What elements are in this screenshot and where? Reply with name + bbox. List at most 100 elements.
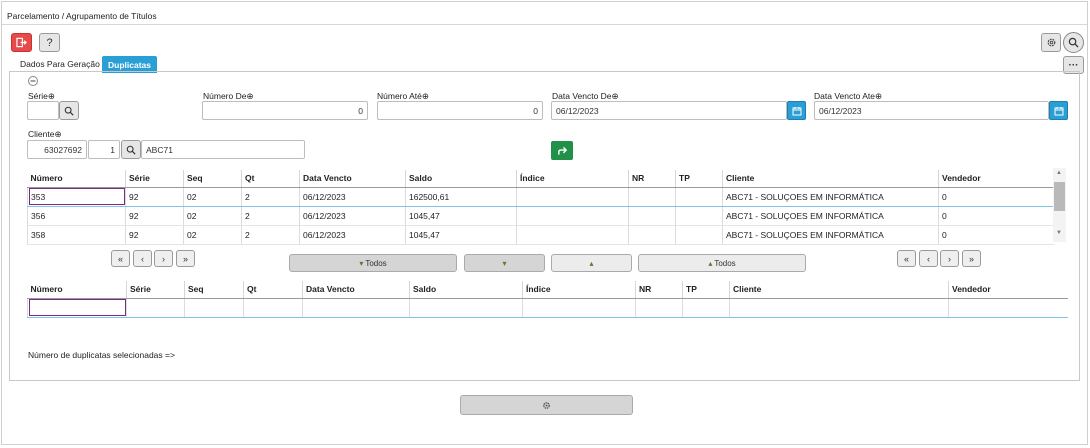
serie-input[interactable]	[27, 101, 59, 120]
table-cell[interactable]: 1045,47	[405, 225, 517, 245]
table-cell[interactable]: 06/12/2023	[299, 206, 406, 226]
table-cell[interactable]: 92	[125, 186, 184, 207]
table-row[interactable]: 356 92 02 2 06/12/2023 1045,47 ABC71 - SOLUÇOE…	[27, 206, 1054, 226]
column-header[interactable]: Série	[125, 170, 184, 188]
table-cell[interactable]: 06/12/2023	[299, 186, 406, 207]
table-cell[interactable]	[948, 297, 1068, 318]
table-cell[interactable]: 2	[241, 206, 300, 226]
table-cell[interactable]: 06/12/2023	[299, 225, 406, 245]
column-header[interactable]: TP	[675, 170, 723, 188]
table-row[interactable]	[27, 297, 1068, 318]
data-ate-input[interactable]: 06/12/2023	[814, 101, 1049, 120]
cliente-loja-input[interactable]: 1	[88, 140, 120, 159]
table-cell[interactable]: 0	[938, 186, 1054, 207]
search-button[interactable]	[1063, 32, 1084, 53]
scrollbar-thumb[interactable]	[1054, 182, 1065, 211]
table-cell[interactable]: 02	[183, 186, 242, 207]
column-header[interactable]: Seq	[183, 170, 242, 188]
table-cell[interactable]	[184, 297, 244, 318]
table-cell[interactable]	[516, 225, 629, 245]
table-cell[interactable]	[27, 297, 127, 318]
execute-search-button[interactable]	[551, 141, 573, 160]
table-cell[interactable]	[729, 297, 949, 318]
cliente-lookup-button[interactable]	[121, 140, 141, 159]
generate-button[interactable]	[460, 395, 633, 415]
table-cell[interactable]	[516, 186, 629, 207]
grid2-first-button[interactable]: «	[897, 250, 916, 267]
grid2-next-button[interactable]: ›	[940, 250, 959, 267]
table-cell[interactable]	[682, 297, 730, 318]
table-row[interactable]: 358 92 02 2 06/12/2023 1045,47 ABC71 - SOLUÇOE…	[27, 225, 1054, 245]
numero-ate-input[interactable]: 0	[377, 101, 543, 120]
table-cell[interactable]: 358	[27, 225, 126, 245]
scroll-up-icon[interactable]: ▲	[1056, 170, 1062, 176]
table-cell[interactable]: 353	[27, 186, 126, 207]
table-cell[interactable]	[126, 297, 185, 318]
numero-de-input[interactable]: 0	[202, 101, 368, 120]
scroll-down-icon[interactable]: ▼	[1056, 230, 1062, 236]
exit-button[interactable]	[11, 33, 32, 52]
table-cell[interactable]	[302, 297, 410, 318]
table-cell[interactable]	[628, 225, 676, 245]
move-all-down-button[interactable]: ▾ Todos	[289, 254, 457, 272]
column-header[interactable]: Qt	[243, 281, 303, 299]
table-cell[interactable]: 2	[241, 186, 300, 207]
table-cell[interactable]	[675, 206, 723, 226]
data-de-input[interactable]: 06/12/2023	[551, 101, 787, 120]
column-header[interactable]: Vendedor	[948, 281, 1068, 299]
table-cell[interactable]	[522, 297, 636, 318]
data-de-calendar-button[interactable]	[787, 101, 806, 120]
column-header[interactable]: Saldo	[405, 170, 517, 188]
table-cell[interactable]: 92	[125, 225, 184, 245]
data-ate-calendar-button[interactable]	[1049, 101, 1068, 120]
column-header[interactable]: Saldo	[409, 281, 523, 299]
column-header[interactable]: Data Vencto	[299, 170, 406, 188]
column-header[interactable]: Qt	[241, 170, 300, 188]
column-header[interactable]: Cliente	[729, 281, 949, 299]
table-cell[interactable]: ABC71 - SOLUÇOES EM INFORMÁTICA	[722, 225, 939, 245]
grid2-prev-button[interactable]: ‹	[919, 250, 938, 267]
settings-button[interactable]	[1041, 33, 1061, 52]
grid2-last-button[interactable]: »	[962, 250, 981, 267]
grid1-last-button[interactable]: »	[176, 250, 195, 267]
table-row[interactable]: 353 92 02 2 06/12/2023 162500,61 ABC71 - SOLUÇ…	[27, 186, 1054, 207]
move-selected-down-button[interactable]: ▾	[464, 254, 545, 272]
column-header[interactable]: TP	[682, 281, 730, 299]
move-all-up-button[interactable]: ▴ Todos	[638, 254, 806, 272]
serie-lookup-button[interactable]	[59, 101, 79, 120]
column-header[interactable]: Cliente	[722, 170, 939, 188]
table-cell[interactable]: 02	[183, 225, 242, 245]
tab-dados-geracao[interactable]: Dados Para Geração	[14, 56, 106, 72]
column-header[interactable]: Índice	[522, 281, 636, 299]
column-header[interactable]: Seq	[184, 281, 244, 299]
table-cell[interactable]: 2	[241, 225, 300, 245]
table-cell[interactable]	[635, 297, 683, 318]
table-cell[interactable]	[516, 206, 629, 226]
table-cell[interactable]: 92	[125, 206, 184, 226]
column-header[interactable]: NR	[635, 281, 683, 299]
table-cell[interactable]	[628, 186, 676, 207]
table-cell[interactable]	[628, 206, 676, 226]
table-cell[interactable]: 0	[938, 225, 1054, 245]
table-cell[interactable]	[409, 297, 523, 318]
table-cell[interactable]	[243, 297, 303, 318]
column-header[interactable]: Número	[27, 170, 126, 188]
help-button[interactable]: ?	[39, 33, 60, 52]
table-cell[interactable]: ABC71 - SOLUÇOES EM INFORMÁTICA	[722, 186, 939, 207]
table-cell[interactable]: ABC71 - SOLUÇOES EM INFORMÁTICA	[722, 206, 939, 226]
table-cell[interactable]: 0	[938, 206, 1054, 226]
column-header[interactable]: NR	[628, 170, 676, 188]
table-cell[interactable]: 162500,61	[405, 186, 517, 207]
collapse-icon[interactable]	[28, 76, 38, 86]
table-cell[interactable]: 02	[183, 206, 242, 226]
grid1-prev-button[interactable]: ‹	[133, 250, 152, 267]
grid1-next-button[interactable]: ›	[154, 250, 173, 267]
table-cell[interactable]: 356	[27, 206, 126, 226]
table-cell[interactable]	[675, 225, 723, 245]
column-header[interactable]: Número	[27, 281, 127, 299]
column-header[interactable]: Vendedor	[938, 170, 1054, 188]
move-selected-up-button[interactable]: ▴	[551, 254, 632, 272]
column-header[interactable]: Índice	[516, 170, 629, 188]
grid1-first-button[interactable]: «	[111, 250, 130, 267]
table-cell[interactable]	[675, 186, 723, 207]
